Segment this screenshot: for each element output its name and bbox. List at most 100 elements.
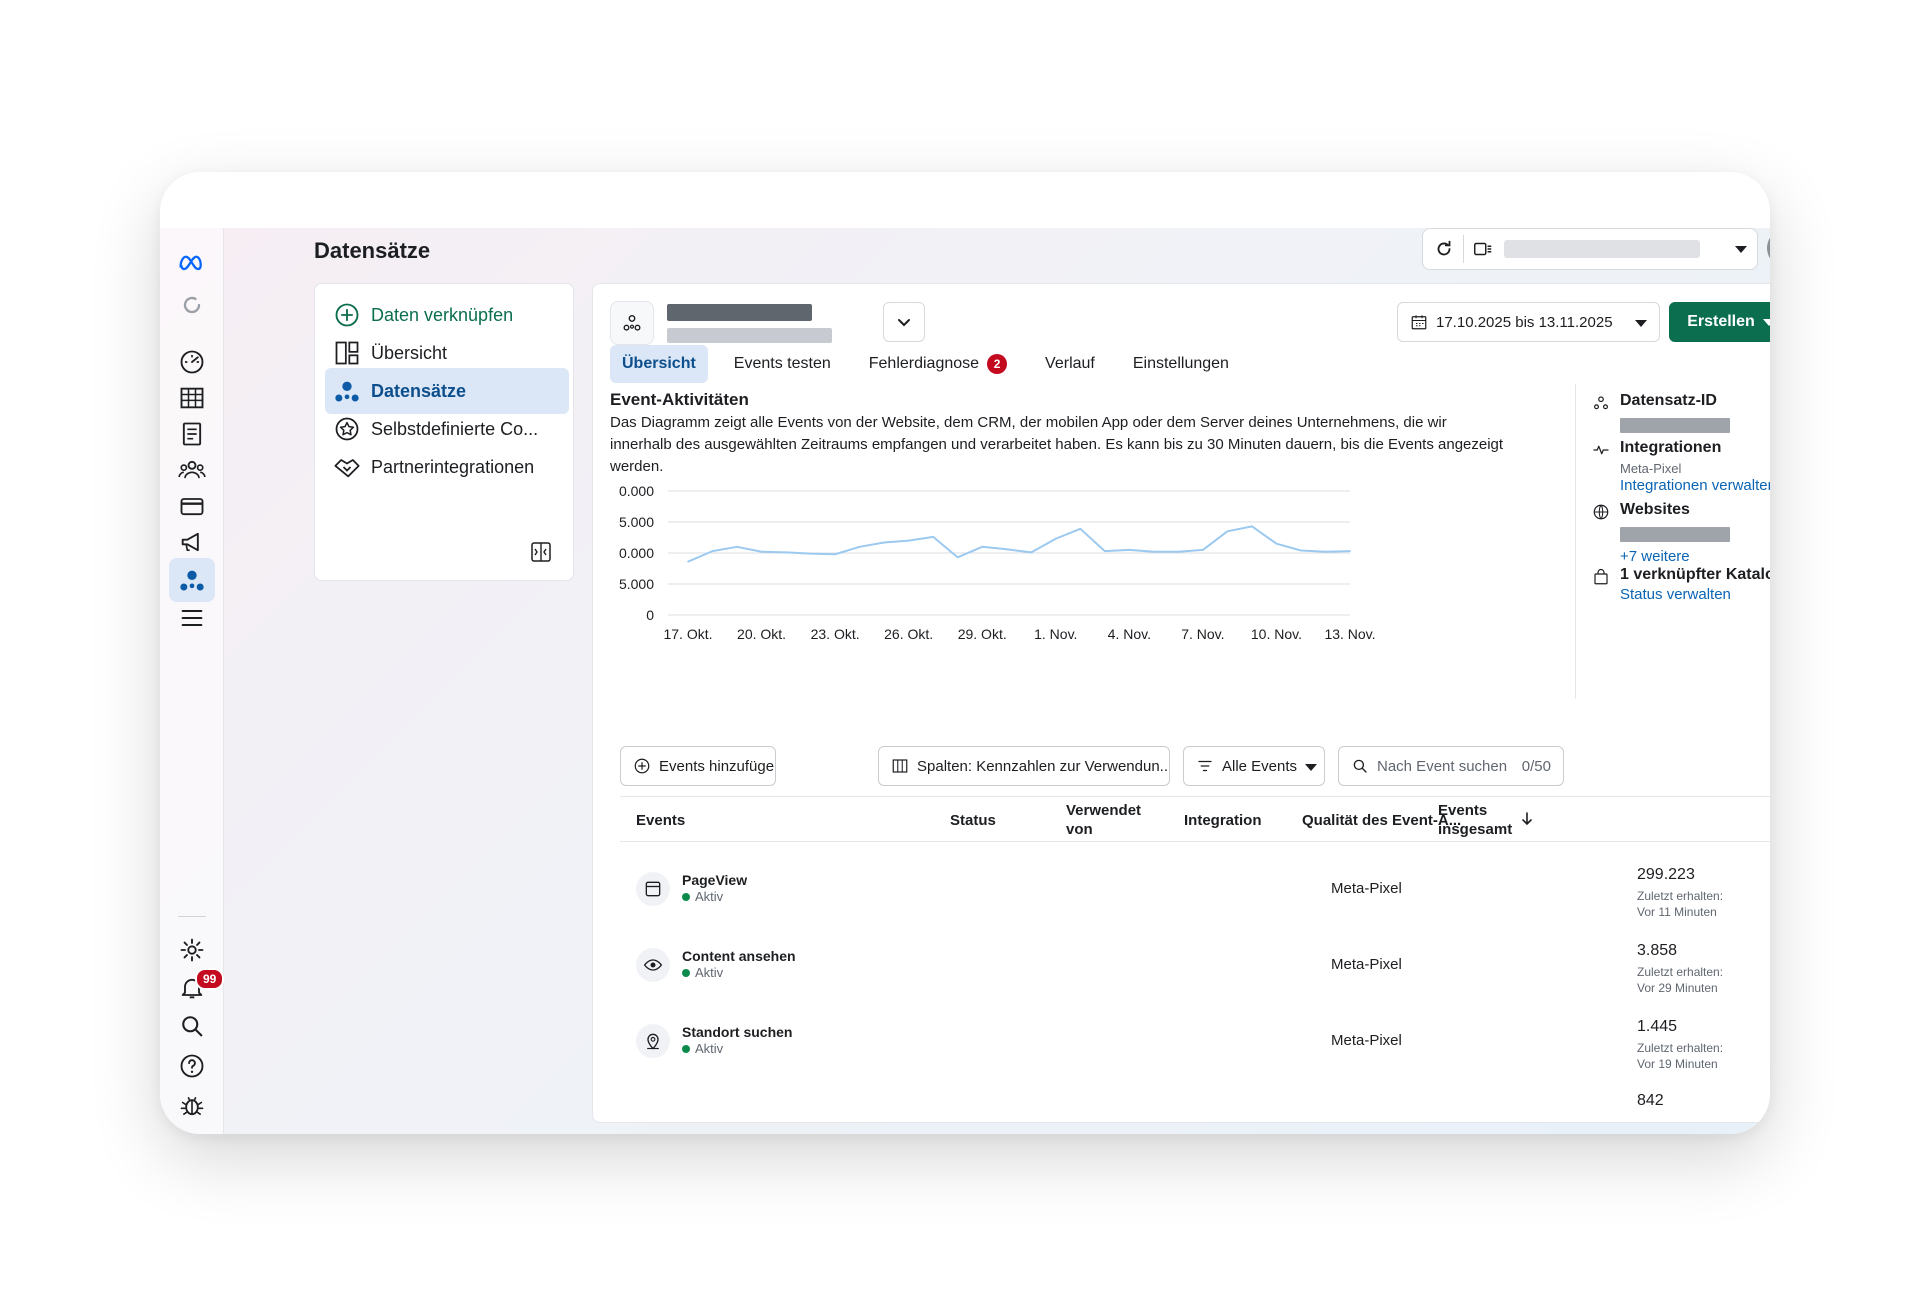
chart-x-tick-label: 20. Okt. <box>737 626 786 642</box>
subnav-item-label: Übersicht <box>371 342 448 363</box>
chart-x-tick-label: 29. Okt. <box>958 626 1007 642</box>
event-last-received: Zuletzt erhalten: Vor 19 Minuten <box>1637 1040 1747 1072</box>
expand-row-chevron-icon[interactable] <box>1768 956 1770 974</box>
column-header-status[interactable]: Status <box>950 797 996 843</box>
chart-data-point <box>1324 550 1327 553</box>
event-status-label: Aktiv <box>695 965 724 980</box>
dataset-id-label: Datensatz-ID <box>1620 392 1717 409</box>
account-dropdown-icon[interactable] <box>1735 240 1747 258</box>
diagnostics-count-badge: 2 <box>987 354 1008 374</box>
bug-report-icon[interactable] <box>169 1084 215 1128</box>
filter-icon <box>1198 760 1212 772</box>
chart-data-point <box>711 550 714 552</box>
event-name: Standort suchen <box>682 1024 793 1040</box>
column-header-events[interactable]: Events <box>636 797 685 843</box>
expand-row-chevron-icon[interactable] <box>1768 1032 1770 1050</box>
tab-test-events[interactable]: Events testen <box>722 345 843 383</box>
tab-label: Übersicht <box>622 355 696 372</box>
chart-data-point <box>1275 542 1278 545</box>
tab-diagnostics[interactable]: Fehlerdiagnose 2 <box>857 345 1019 383</box>
event-integration: Meta-Pixel <box>1331 1032 1402 1049</box>
manage-integrations-link[interactable]: Integrationen verwalten <box>1620 477 1770 494</box>
last-received-value: Vor 29 Minuten <box>1637 981 1718 995</box>
event-status: Aktiv <box>682 889 723 904</box>
table-row[interactable]: Standort suchen Aktiv Meta-Pixel 1.445 Z… <box>620 1006 1770 1082</box>
event-integration: Meta-Pixel <box>1331 956 1402 973</box>
events-table-header: Events Status Verwendet von Integration … <box>620 796 1770 842</box>
event-filter-dropdown[interactable]: Alle Events <box>1183 746 1325 786</box>
search-icon[interactable] <box>169 1004 215 1048</box>
tab-overview[interactable]: Übersicht <box>610 345 708 383</box>
tab-label: Events testen <box>733 355 831 372</box>
chart-data-point <box>981 546 984 548</box>
dataset-id-redacted <box>1620 418 1730 433</box>
more-websites-link[interactable]: +7 weitere <box>1620 548 1690 565</box>
chart-data-point <box>809 552 812 555</box>
tab-label: Einstellungen <box>1132 355 1229 372</box>
avatar[interactable]: f <box>1767 229 1770 267</box>
event-activity-description: Das Diagramm zeigt alle Events von der W… <box>610 414 1504 475</box>
columns-label: Spalten: Kennzahlen zur Verwendun... <box>917 757 1170 775</box>
subnav-item-label: Datensätze <box>371 380 467 401</box>
meta-logo-icon[interactable] <box>169 240 215 284</box>
chart-data-point <box>1079 528 1082 530</box>
chart-data-point <box>687 560 689 563</box>
columns-icon <box>892 759 908 773</box>
table-row[interactable]: Content ansehen Aktiv Meta-Pixel 3.858 Z… <box>620 930 1770 1006</box>
content-area: Datensätze f Daten verknüpfen Über <box>224 228 1770 1134</box>
subnav-item-label: Partnerintegrationen <box>371 456 535 477</box>
event-search-input[interactable]: Nach Event suchen 0/50 <box>1338 746 1564 786</box>
refresh-icon[interactable] <box>1433 238 1455 260</box>
chart-data-point <box>907 539 910 542</box>
filter-label: Alle Events <box>1222 757 1298 775</box>
chevron-down-icon <box>898 319 910 327</box>
event-last-received: Zuletzt erhalten: Vor 29 Minuten <box>1637 964 1747 996</box>
chart-data-point <box>1054 537 1057 540</box>
column-header-integration[interactable]: Integration <box>1184 797 1262 843</box>
event-activity-chart: 0.000 5.000 0.000 5.000 0 17. Okt. 20. Okt. 23.… <box>619 483 1376 642</box>
help-icon[interactable] <box>169 1044 215 1088</box>
column-header-total[interactable]: Events insgesamt <box>1438 797 1518 843</box>
dataset-selector-button[interactable] <box>883 302 925 342</box>
chart-data-point <box>1104 550 1106 552</box>
chart-data-point <box>858 546 861 548</box>
date-range-picker[interactable]: 17.10.2025 bis 13.11.2025 <box>1397 302 1660 342</box>
account-switcher-bar[interactable] <box>1422 228 1758 270</box>
manage-status-link[interactable]: Status verwalten <box>1620 586 1731 603</box>
chart-x-tick-label: 13. Nov. <box>1324 626 1375 642</box>
dataset-subtitle-redacted <box>667 328 832 343</box>
subnav-item-label: Selbstdefinierte Co... <box>371 418 539 439</box>
add-events-label: Events hinzufügen <box>659 757 776 775</box>
tab-history[interactable]: Verlauf <box>1033 345 1107 383</box>
event-status-label: Aktiv <box>695 889 724 904</box>
websites-label: Websites <box>1620 501 1690 518</box>
columns-selector[interactable]: Spalten: Kennzahlen zur Verwendun... <box>878 746 1170 786</box>
subnav-item-partner-integrations[interactable]: Partnerintegrationen <box>325 444 569 490</box>
chart-x-tick-label: 23. Okt. <box>811 626 860 642</box>
add-events-button[interactable]: Events hinzufügen <box>620 746 776 786</box>
chart-data-point <box>883 541 885 544</box>
sort-descending-icon[interactable] <box>1520 811 1534 827</box>
column-header-quality[interactable]: Qualität des Event-A... <box>1302 797 1461 843</box>
event-total: 299.223 <box>1637 866 1695 883</box>
search-placeholder: Nach Event suchen <box>1377 757 1508 775</box>
column-header-used-by[interactable]: Verwendet von <box>1066 797 1152 843</box>
collapse-panel-icon[interactable] <box>529 540 553 564</box>
dataset-avatar <box>610 301 654 345</box>
browser-window-icon <box>645 881 661 897</box>
chart-x-tick-label: 1. Nov. <box>1034 626 1077 642</box>
event-integration: Meta-Pixel <box>1331 880 1402 897</box>
device-top-bezel <box>160 172 1770 228</box>
chart-data-point <box>1349 550 1351 552</box>
page-title: Datensätze <box>314 238 431 263</box>
event-icon <box>636 948 670 982</box>
expand-row-chevron-icon[interactable] <box>1768 880 1770 898</box>
menu-icon[interactable] <box>169 596 215 640</box>
dataset-nodes-icon <box>1594 396 1608 410</box>
table-row[interactable]: PageView Aktiv Meta-Pixel 299.223 Zuletz… <box>620 854 1770 930</box>
chart-y-tick-label: 0 <box>646 607 654 623</box>
tab-settings[interactable]: Einstellungen <box>1121 345 1241 383</box>
chart-data-point <box>1153 550 1155 553</box>
create-button[interactable]: Erstellen <box>1669 302 1770 342</box>
chart-data-point <box>1177 550 1180 553</box>
